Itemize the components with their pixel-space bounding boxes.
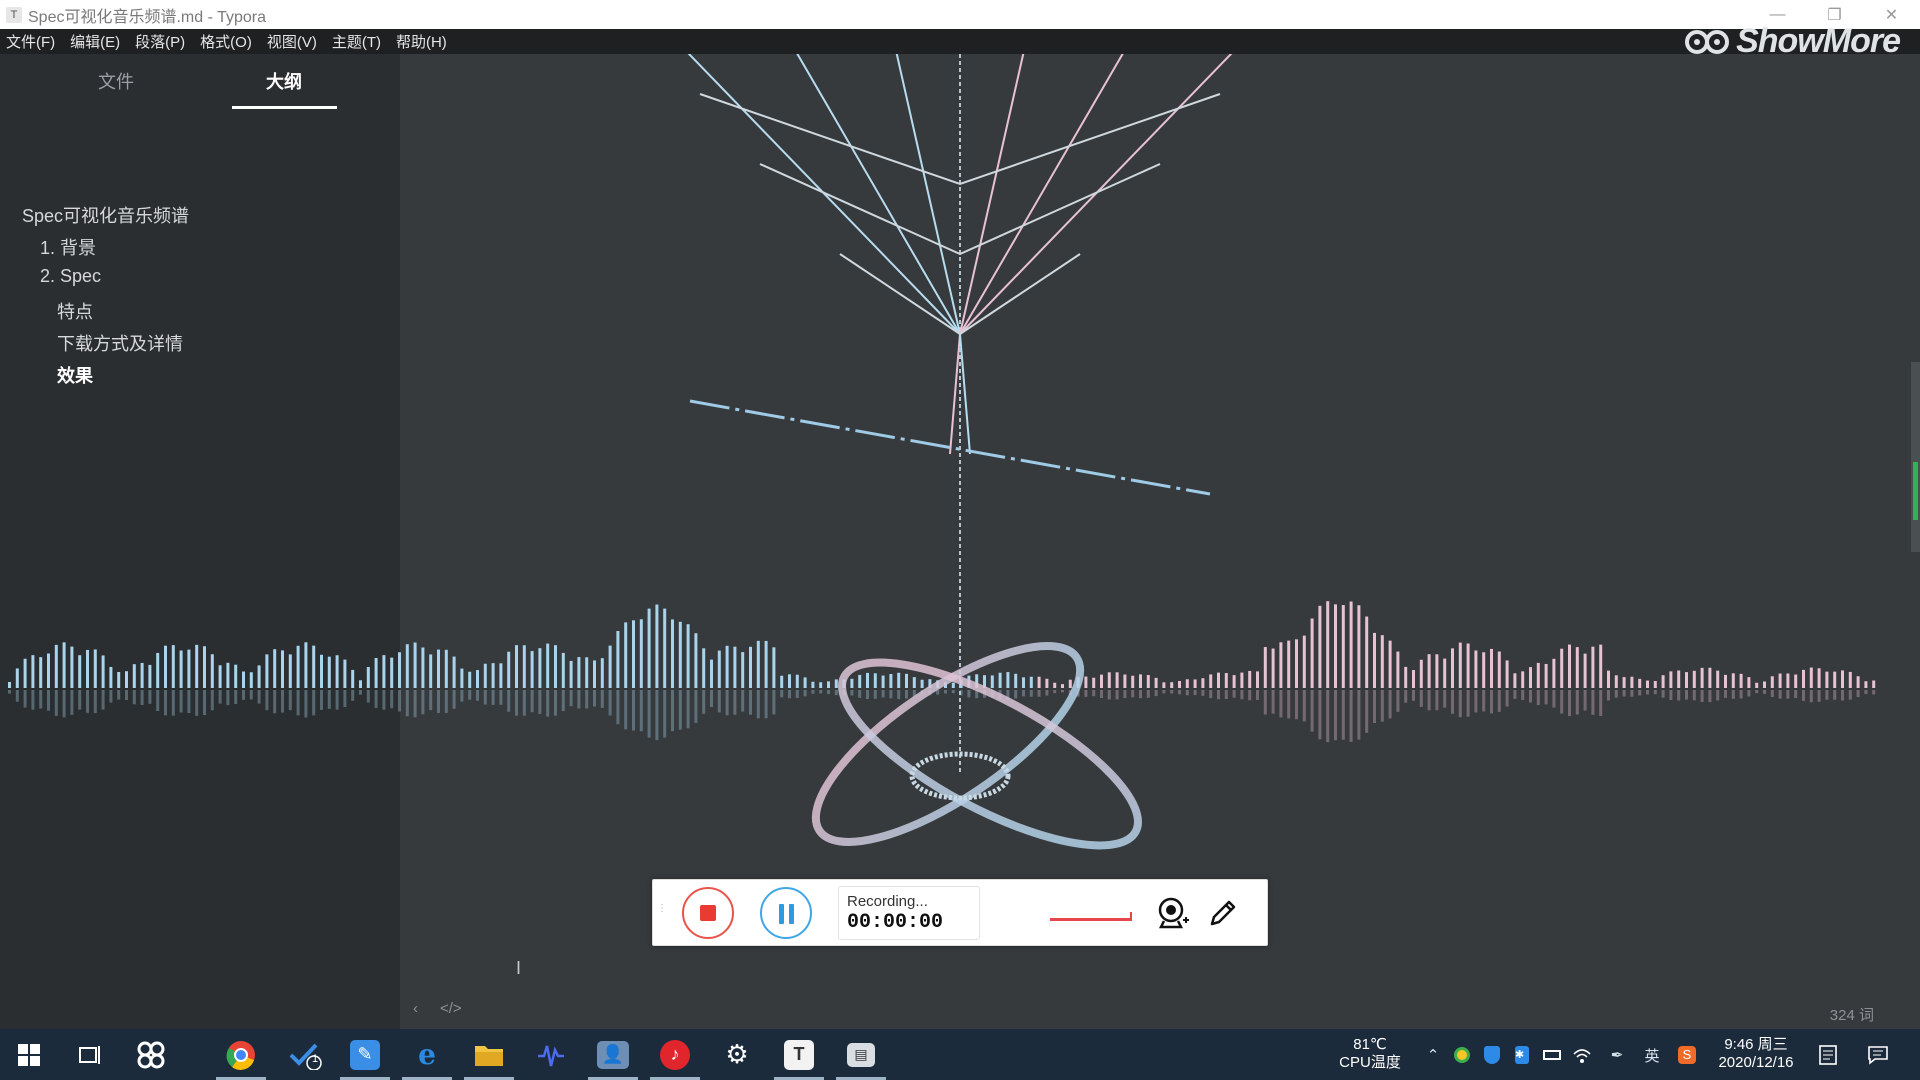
outline-item-background[interactable]: 1. 背景 xyxy=(40,234,96,260)
showmore-text: ShowMore xyxy=(1736,22,1901,60)
word-count[interactable]: 324 词 xyxy=(1830,1004,1874,1025)
start-icon[interactable] xyxy=(0,1029,58,1080)
menu-help[interactable]: 帮助(H) xyxy=(396,31,447,52)
back-button[interactable]: ‹ xyxy=(413,1000,418,1017)
stop-button[interactable] xyxy=(682,887,734,939)
menu-view[interactable]: 视图(V) xyxy=(267,31,317,52)
netease-music-icon[interactable]: ♪ xyxy=(646,1029,704,1080)
typora-app-icon: T xyxy=(6,6,22,23)
todo-badge: 1 xyxy=(312,1053,319,1065)
outline-item-features[interactable]: 特点 xyxy=(57,298,93,324)
todo-icon[interactable]: 1 xyxy=(276,1029,334,1080)
cpu-label: CPU温度 xyxy=(1339,1054,1401,1071)
active-tab-indicator xyxy=(232,106,337,109)
audio-icon[interactable] xyxy=(522,1029,580,1080)
pen-icon[interactable]: ✒ xyxy=(1605,1043,1629,1067)
typora-icon[interactable]: T xyxy=(770,1029,828,1080)
recording-timer: 00:00:00 xyxy=(847,911,944,934)
clock-time: 9:46 周三 xyxy=(1724,1036,1788,1053)
editor-footer: ‹ </> xyxy=(413,1000,462,1017)
recording-label: Recording... xyxy=(847,893,928,910)
tray-green-icon[interactable] xyxy=(1450,1043,1474,1067)
menu-edit[interactable]: 编辑(E) xyxy=(70,31,120,52)
cpu-temp: 81℃ xyxy=(1353,1036,1387,1053)
tab-file[interactable]: 文件 xyxy=(98,68,134,94)
edge-icon[interactable]: e xyxy=(398,1029,456,1080)
outline-item-effect[interactable]: 效果 xyxy=(57,362,93,388)
pencil-icon[interactable] xyxy=(1206,896,1240,930)
pause-button[interactable] xyxy=(760,887,812,939)
tab-outline[interactable]: 大纲 xyxy=(266,68,302,94)
outline-item-spec[interactable]: 2. Spec xyxy=(40,266,101,287)
recording-status: Recording... 00:00:00 xyxy=(838,886,980,940)
webcam-icon[interactable] xyxy=(1156,896,1190,930)
outline-item-title[interactable]: Spec可视化音乐频谱 xyxy=(22,202,189,228)
outline-item-download[interactable]: 下载方式及详情 xyxy=(57,330,183,356)
scrollbar[interactable] xyxy=(1911,362,1920,552)
recording-panel: ⋮ Recording... 00:00:00 xyxy=(652,879,1268,946)
showmore-watermark: ShowMore xyxy=(1684,22,1901,61)
bluetooth-icon[interactable]: ✱ xyxy=(1510,1043,1534,1067)
sogou-icon[interactable]: S xyxy=(1675,1043,1699,1067)
notes-icon[interactable] xyxy=(1816,1043,1840,1067)
sidebar-tabs: 文件 大纲 xyxy=(0,54,400,112)
wifi-icon[interactable] xyxy=(1570,1043,1594,1067)
menu-theme[interactable]: 主题(T) xyxy=(332,31,381,52)
menu-file[interactable]: 文件(F) xyxy=(6,31,55,52)
menu-bar: 文件(F) 编辑(E) 段落(P) 格式(O) 视图(V) 主题(T) 帮助(H… xyxy=(0,29,1920,54)
chevron-up-icon[interactable]: ⌃ xyxy=(1421,1043,1445,1067)
action-center-icon[interactable] xyxy=(1866,1043,1890,1067)
clock-date: 2020/12/16 xyxy=(1718,1054,1794,1071)
showmore-icon[interactable]: ▤ xyxy=(832,1029,890,1080)
drag-handle[interactable]: ⋮ xyxy=(657,904,667,920)
app-icon[interactable] xyxy=(122,1029,180,1080)
input-method-indicator[interactable]: 英 xyxy=(1640,1043,1664,1067)
menu-format[interactable]: 格式(O) xyxy=(200,31,252,52)
file-explorer-icon[interactable] xyxy=(460,1029,518,1080)
menu-paragraph[interactable]: 段落(P) xyxy=(135,31,185,52)
task-view-icon[interactable] xyxy=(60,1029,118,1080)
feishu-icon[interactable]: ✎ xyxy=(336,1029,394,1080)
cpu-temp-widget[interactable]: 81℃ CPU温度 xyxy=(1330,1029,1410,1080)
audio-level-slider[interactable] xyxy=(1050,912,1132,921)
photo-app-icon[interactable]: 👤 xyxy=(584,1029,642,1080)
settings-icon[interactable]: ⚙ xyxy=(708,1029,766,1080)
source-mode-button[interactable]: </> xyxy=(440,1000,462,1017)
camera-owl-icon xyxy=(1685,29,1730,54)
text-cursor-icon: I xyxy=(516,958,522,978)
window-titlebar: T Spec可视化音乐频谱.md - Typora — ❐ ✕ xyxy=(0,0,1920,29)
chrome-icon[interactable] xyxy=(212,1029,270,1080)
tray-shield-icon[interactable] xyxy=(1480,1043,1504,1067)
window-title: Spec可视化音乐频谱.md - Typora xyxy=(28,8,266,26)
sidebar: 文件 大纲 Spec可视化音乐频谱 1. 背景 2. Spec 特点 下载方式及… xyxy=(0,54,400,1029)
battery-icon[interactable] xyxy=(1540,1043,1564,1067)
clock[interactable]: 9:46 周三 2020/12/16 xyxy=(1706,1029,1806,1080)
taskbar: 1 ✎ e 👤 ♪ ⚙ T ▤ xyxy=(0,1029,1920,1080)
